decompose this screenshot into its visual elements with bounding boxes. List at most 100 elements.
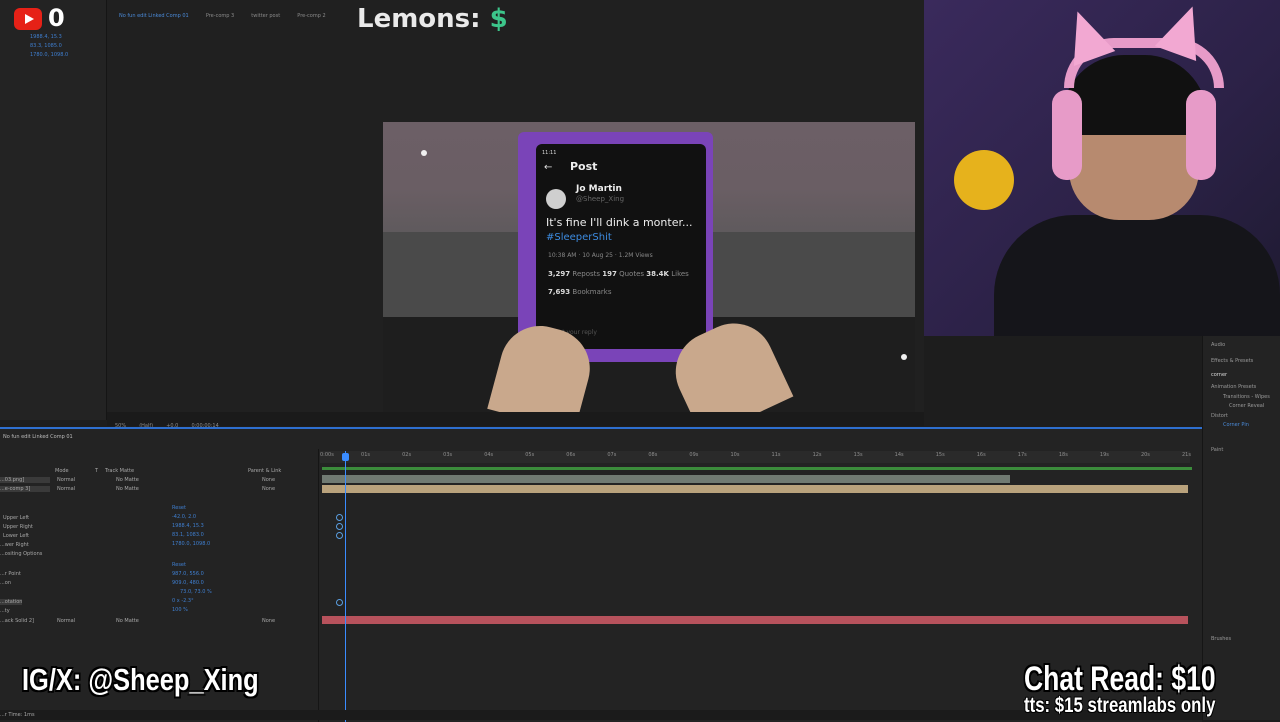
ruler-tick: 06s: [566, 452, 576, 458]
lemons-overlay: Lemons: $: [357, 4, 508, 34]
viewer-controls: 50% (Half) +0.0 0:00:00:14: [107, 412, 924, 429]
keyframe[interactable]: [336, 514, 343, 521]
layer-mode[interactable]: Normal: [57, 477, 75, 483]
property-value[interactable]: 1988.4, 15.3: [172, 523, 204, 529]
corner-pin-effect[interactable]: Corner Pin: [1223, 422, 1249, 428]
property-value[interactable]: 1780.0, 1098.0: [172, 541, 210, 547]
ruler-tick: 01s: [361, 452, 371, 458]
animation-presets-folder[interactable]: Animation Presets: [1211, 384, 1256, 390]
playhead-handle[interactable]: [342, 453, 349, 461]
layer-duration-bar[interactable]: [322, 485, 1188, 493]
layer-matte[interactable]: No Matte: [116, 486, 139, 492]
ruler-tick: 13s: [853, 452, 863, 458]
distort-folder[interactable]: Distort: [1211, 413, 1228, 419]
project-value: 1780.0, 1098.0: [30, 52, 69, 58]
project-value: 83.3, 1085.0: [30, 43, 62, 49]
layer-name[interactable]: ...e-comp 3]: [0, 486, 50, 492]
lemons-label: Lemons:: [357, 4, 490, 34]
track-matte-column-header: Track Matte: [105, 468, 135, 474]
quotes-count: 197: [602, 270, 617, 278]
layer-matte[interactable]: No Matte: [116, 618, 139, 624]
work-area-bar[interactable]: [322, 467, 1192, 470]
property-label[interactable]: ...ty: [0, 608, 10, 614]
layer-parent[interactable]: None: [262, 477, 275, 483]
t-column-header: T: [95, 468, 99, 474]
tab-pre-comp-3[interactable]: Pre-comp 3: [206, 13, 234, 19]
property-label[interactable]: ...otation: [0, 599, 23, 605]
property-value[interactable]: 987.0, 556.0: [172, 571, 204, 577]
ruler-tick: 05s: [525, 452, 535, 458]
ruler-tick: 21s: [1182, 452, 1191, 458]
likes-count: 38.4K: [646, 270, 669, 278]
property-label[interactable]: ...ositing Options: [0, 551, 42, 557]
lemons-value: $: [489, 4, 508, 34]
property-value[interactable]: 73.0, 73.0 %: [180, 589, 212, 595]
phone-screen: 11:11 ← Post Jo Martin @Sheep_Xing It's …: [536, 144, 706, 349]
ruler-tick: 11s: [771, 452, 781, 458]
property-label[interactable]: Upper Left: [3, 515, 29, 521]
layer-parent[interactable]: None: [262, 618, 275, 624]
viewer-tabs: No fun edit Linked Comp 01 Pre-comp 3 tw…: [107, 2, 924, 19]
ruler-tick: 15s: [935, 452, 945, 458]
avatar: [546, 189, 566, 209]
property-label[interactable]: Lower Left: [3, 533, 29, 539]
render-time: ...r Time: 1ms: [0, 712, 35, 718]
keyframe[interactable]: [336, 599, 343, 606]
keyframe[interactable]: [336, 532, 343, 539]
property-value[interactable]: 100 %: [172, 607, 188, 613]
keyframe[interactable]: [336, 523, 343, 530]
tab-linked-comp[interactable]: No fun edit Linked Comp 01: [119, 13, 189, 19]
composition-viewer[interactable]: No fun edit Linked Comp 01 Pre-comp 3 tw…: [107, 0, 924, 412]
layer-duration-bar[interactable]: [322, 475, 1010, 483]
brushes-panel-title[interactable]: Brushes: [1211, 636, 1231, 642]
status-bar: ...r Time: 1ms: [0, 710, 1202, 720]
author-handle: @Sheep_Xing: [576, 195, 625, 203]
property-value[interactable]: 83.1, 1083.0: [172, 532, 204, 538]
post-bookmarks: 7,693 Bookmarks: [548, 288, 612, 296]
property-reset[interactable]: Reset: [172, 505, 186, 511]
layer-name[interactable]: ...ack Solid 2]: [0, 618, 34, 624]
project-panel: 0 1988.4, 15.3 83.3, 1085.0 1780.0, 1098…: [0, 0, 107, 420]
layer-parent[interactable]: None: [262, 486, 275, 492]
paint-panel-title[interactable]: Paint: [1211, 447, 1223, 453]
layer-mode[interactable]: Normal: [57, 486, 75, 492]
post-header: Post: [570, 160, 598, 173]
parent-column-header: Parent & Link: [248, 468, 282, 474]
ruler-tick: 14s: [894, 452, 904, 458]
render-scene: 11:11 ← Post Jo Martin @Sheep_Xing It's …: [383, 122, 915, 412]
post-stats: 3,297 Reposts 197 Quotes 38.4K Likes: [548, 270, 689, 278]
time-ruler[interactable]: 0:00s 01s 02s 03s 04s 05s 06s 07s 08s 09s 10s 11s 12…: [320, 451, 1191, 463]
audio-panel-title[interactable]: Audio: [1211, 342, 1225, 348]
layer-name[interactable]: ...03.png]: [0, 477, 50, 483]
duck-plush: [954, 150, 1014, 210]
property-label[interactable]: ...on: [0, 580, 11, 586]
layer-mode[interactable]: Normal: [57, 618, 75, 624]
post-text: It's fine I'll dink a monter...: [546, 216, 693, 229]
reposts-label: Reposts: [572, 270, 601, 278]
ruler-tick: 19s: [1099, 452, 1109, 458]
property-reset[interactable]: Reset: [172, 562, 186, 568]
effects-presets-title[interactable]: Effects & Presets: [1211, 358, 1253, 364]
property-value[interactable]: 0 x -2.3°: [172, 598, 194, 604]
property-value[interactable]: -42.0, 2.0: [172, 514, 196, 520]
playhead-line[interactable]: [345, 451, 346, 722]
reposts-count: 3,297: [548, 270, 571, 278]
corner-reveal-preset[interactable]: Corner Reveal: [1229, 403, 1264, 409]
tab-pre-comp-2[interactable]: Pre-comp 2: [297, 13, 325, 19]
post-meta: 10:38 AM · 10 Aug 25 · 1.2M Views: [548, 252, 653, 259]
ruler-tick: 17s: [1017, 452, 1027, 458]
property-label[interactable]: ...wer Right: [0, 542, 29, 548]
ruler-tick: 18s: [1058, 452, 1068, 458]
ruler-tick: 16s: [976, 452, 986, 458]
property-value[interactable]: 909.0, 480.0: [172, 580, 204, 586]
effects-search-input[interactable]: corner: [1211, 372, 1227, 378]
layer-matte[interactable]: No Matte: [116, 477, 139, 483]
property-label[interactable]: Upper Right: [3, 524, 33, 530]
property-label[interactable]: ...r Point: [0, 571, 21, 577]
tab-twitter-post[interactable]: twitter post: [251, 13, 280, 19]
timeline-tab[interactable]: No fun edit Linked Comp 01: [3, 434, 73, 440]
youtube-icon: [14, 8, 42, 30]
transitions-folder[interactable]: Transitions - Wipes: [1223, 394, 1270, 400]
layer-duration-bar[interactable]: [322, 616, 1188, 624]
ruler-tick: 04s: [484, 452, 494, 458]
